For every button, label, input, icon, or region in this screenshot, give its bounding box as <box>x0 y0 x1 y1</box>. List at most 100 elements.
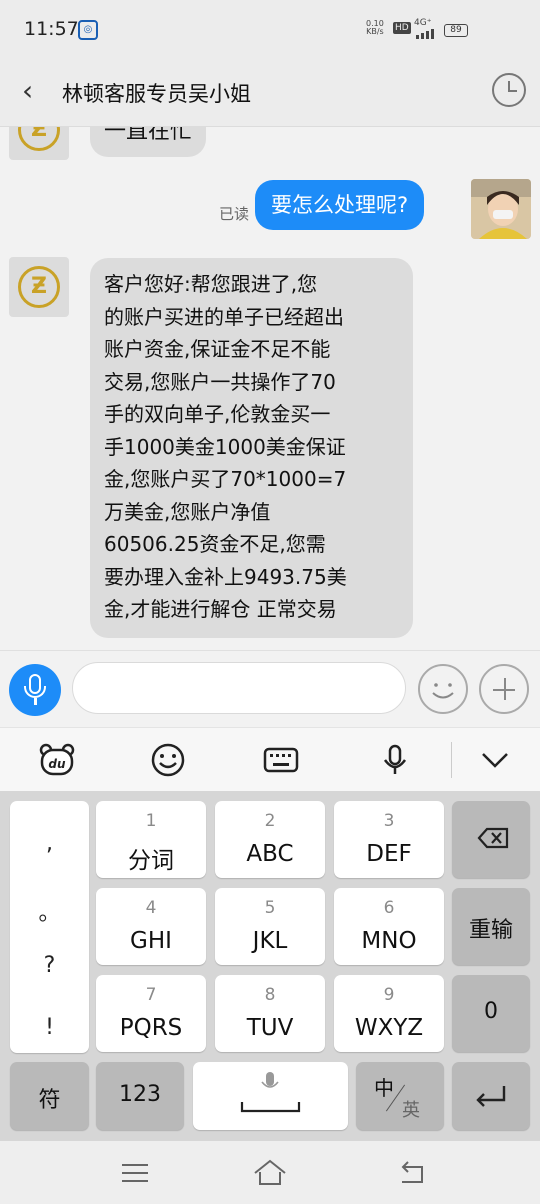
key-6[interactable]: 6 MNO <box>334 888 444 965</box>
key-label: 123 <box>119 1082 161 1107</box>
key-label: 0 <box>484 999 498 1024</box>
key-9[interactable]: 9 WXYZ <box>334 975 444 1052</box>
user-avatar[interactable] <box>471 179 531 239</box>
message-line: 账户资金,保证金不足不能 <box>104 337 331 361</box>
agent-avatar[interactable]: Ƶ <box>9 257 69 317</box>
signal-icon <box>416 29 438 39</box>
key-number: 8 <box>264 985 276 1005</box>
message-line: 万美金,您账户净值 <box>104 499 271 524</box>
message-text: 一直在忙 <box>104 127 193 144</box>
du-logo-icon[interactable]: du <box>37 740 77 780</box>
lang-primary: 中 <box>374 1076 394 1100</box>
message-line: 交易,您账户一共操作了70 <box>104 369 336 394</box>
keyboard-icon[interactable] <box>261 740 301 780</box>
hd-badge: HD <box>393 22 411 34</box>
key-2[interactable]: 2 ABC <box>215 801 325 878</box>
key-number: 5 <box>264 898 276 918</box>
read-receipt: 已读 <box>219 205 250 223</box>
key-number: 1 <box>145 811 157 831</box>
backspace-icon <box>477 827 509 849</box>
space-key[interactable] <box>193 1062 348 1130</box>
punct-exclaim[interactable]: ! <box>10 1015 89 1040</box>
agent-avatar[interactable]: Ƶ <box>9 127 69 160</box>
keyboard-toolbar: du <box>0 727 540 792</box>
key-7[interactable]: 7 PQRS <box>96 975 206 1052</box>
plus-icon[interactable] <box>479 664 529 714</box>
punct-comma[interactable]: , <box>10 831 89 856</box>
key-number: 2 <box>264 811 276 831</box>
smile-icon <box>432 683 454 699</box>
key-8[interactable]: 8 TUV <box>215 975 325 1052</box>
key-label: ABC <box>246 841 294 867</box>
network-speed: 0.10 KB/s <box>366 20 384 36</box>
key-number: 6 <box>383 898 395 918</box>
status-time: 11:57 <box>24 18 79 40</box>
message-text: 要怎么处理呢? <box>271 193 409 217</box>
symbols-key[interactable]: 符 <box>10 1062 89 1130</box>
user-photo <box>471 179 531 239</box>
key-0[interactable]: 0 <box>452 975 530 1052</box>
chat-title: 林顿客服专员吴小姐 <box>62 82 251 106</box>
input-bar <box>0 650 540 727</box>
message-bubble-user[interactable]: 要怎么处理呢? <box>255 180 425 230</box>
key-label: MNO <box>361 928 417 954</box>
numbers-key[interactable]: 123 <box>96 1062 184 1130</box>
key-1[interactable]: 1 分词 <box>96 801 206 878</box>
key-4[interactable]: 4 GHI <box>96 888 206 965</box>
system-nav-bar <box>0 1141 540 1204</box>
punct-period[interactable]: 。 <box>10 895 89 927</box>
key-5[interactable]: 5 JKL <box>215 888 325 965</box>
microphone-icon-stem <box>34 698 37 705</box>
emoji-button[interactable] <box>418 664 468 714</box>
punct-question[interactable]: ? <box>10 953 89 978</box>
company-logo-icon: Ƶ <box>31 274 47 299</box>
ime-keyboard: , 。 ? ! 1 分词 2 ABC 3 DEF 4 GHI 5 JKL 6 M… <box>0 791 540 1141</box>
key-label: TUV <box>246 1015 294 1041</box>
voice-input-icon[interactable] <box>375 740 415 780</box>
voice-button[interactable] <box>9 664 61 716</box>
network-speed-unit: KB/s <box>366 27 384 36</box>
clock-icon[interactable] <box>492 73 526 107</box>
key-label: 符 <box>38 1088 61 1113</box>
chat-header: ‹ 林顿客服专员吴小姐 <box>0 56 540 127</box>
key-number: 7 <box>145 985 157 1005</box>
back-button[interactable]: ‹ <box>22 74 33 107</box>
message-line: 金,您账户买了70*1000=7 <box>104 467 347 491</box>
message-line: 的账户买进的单子已经超出 <box>104 304 344 329</box>
message-list[interactable]: Ƶ 一直在忙 已读 要怎么处理呢? Ƶ 客户您好:帮您跟进了,您 的账户买进的单… <box>0 127 540 650</box>
key-number: 9 <box>383 985 395 1005</box>
key-label: JKL <box>252 928 288 954</box>
company-logo-icon: Ƶ <box>31 127 47 142</box>
key-label: WXYZ <box>354 1015 424 1041</box>
enter-key[interactable] <box>452 1062 530 1130</box>
emoji-icon[interactable] <box>148 740 188 780</box>
menu-icon[interactable] <box>117 1155 153 1191</box>
punctuation-column[interactable]: , 。 ? ! <box>10 801 89 1053</box>
status-bar: 11:57 ◎ 0.10 KB/s HD 4G⁺ 89 <box>0 0 540 56</box>
key-number: 4 <box>145 898 157 918</box>
home-icon[interactable] <box>252 1155 288 1191</box>
delete-key[interactable] <box>452 801 530 878</box>
lang-switch-key[interactable]: 中 英 <box>356 1062 444 1130</box>
message-bubble-agent[interactable]: 一直在忙 <box>90 127 207 157</box>
key-3[interactable]: 3 DEF <box>334 801 444 878</box>
enter-icon <box>476 1086 506 1107</box>
message-line: 手1000美金1000美金保证 <box>104 434 346 459</box>
key-number: 3 <box>383 811 395 831</box>
key-label: 分词 <box>128 848 174 874</box>
message-input[interactable] <box>72 662 406 714</box>
message-line: 金,才能进行解仓 正常交易 <box>104 597 337 621</box>
message-line: 要办理入金补上9493.75美 <box>104 564 347 589</box>
collapse-chevron-icon[interactable] <box>475 740 515 780</box>
key-label: PQRS <box>119 1015 183 1041</box>
lang-secondary: 英 <box>402 1100 420 1121</box>
key-label: DEF <box>366 841 412 867</box>
toolbar-divider <box>451 742 452 778</box>
message-line: 客户您好:帮您跟进了,您 <box>104 272 318 296</box>
retype-key[interactable]: 重输 <box>452 888 530 965</box>
message-bubble-agent[interactable]: 客户您好:帮您跟进了,您 的账户买进的单子已经超出 账户资金,保证金不足不能 交… <box>90 258 413 638</box>
battery-icon: 89 <box>444 24 468 37</box>
back-icon[interactable] <box>394 1155 430 1191</box>
key-label: GHI <box>130 928 172 954</box>
network-type: 4G⁺ <box>414 18 432 28</box>
